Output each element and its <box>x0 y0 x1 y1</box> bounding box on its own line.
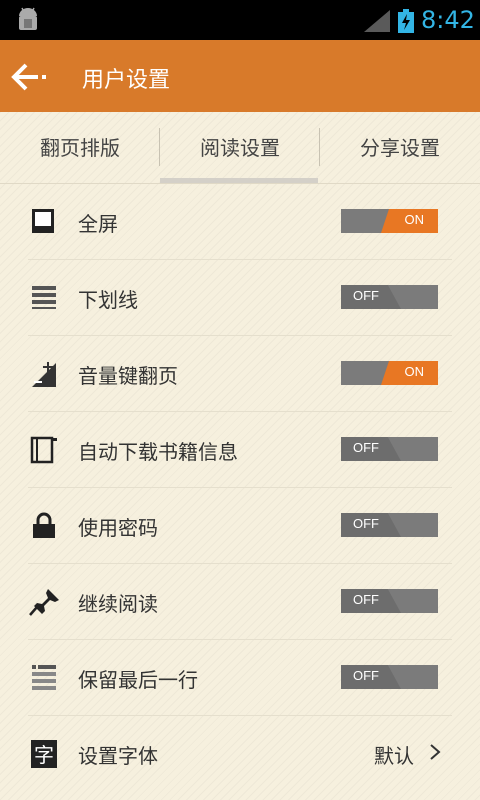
auto-download-toggle[interactable]: OFF <box>341 437 438 461</box>
toggle-state: ON <box>404 212 425 227</box>
setting-label: 继续阅读 <box>78 592 158 616</box>
setting-label: 下划线 <box>78 288 138 312</box>
fullscreen-toggle[interactable]: ON <box>341 209 438 233</box>
svg-text:字: 字 <box>34 743 54 767</box>
battery-charging-icon <box>398 9 414 33</box>
status-bar: 8:42 <box>0 0 480 40</box>
status-time: 8:42 <box>421 6 475 34</box>
lock-icon <box>33 512 55 538</box>
setting-label: 音量键翻页 <box>78 364 178 388</box>
toggle-state: ON <box>404 364 425 379</box>
signal-icon <box>364 10 390 32</box>
setting-label: 保留最后一行 <box>78 668 198 692</box>
back-arrow-icon[interactable] <box>10 62 50 92</box>
book-info-icon <box>30 436 57 464</box>
keep-last-line-toggle[interactable]: OFF <box>341 665 438 689</box>
toggle-state: OFF <box>353 440 379 455</box>
continue-reading-toggle[interactable]: OFF <box>341 589 438 613</box>
keep-last-line-icon <box>32 665 56 690</box>
setting-underline[interactable]: 下划线 OFF <box>28 260 452 336</box>
setting-keep-last-line[interactable]: 保留最后一行 OFF <box>28 640 452 716</box>
setting-auto-download-book-info[interactable]: 自动下载书籍信息 OFF <box>28 412 452 488</box>
setting-font[interactable]: 字 设置字体 默认 <box>28 716 452 792</box>
setting-continue-reading[interactable]: 继续阅读 OFF <box>28 564 452 640</box>
fullscreen-icon <box>32 209 54 233</box>
tab-reading-settings[interactable]: 阅读设置 <box>160 132 320 168</box>
setting-label: 使用密码 <box>78 516 158 540</box>
setting-label: 全屏 <box>78 212 118 236</box>
setting-volume-key-page-turn[interactable]: 音量键翻页 ON <box>28 336 452 412</box>
setting-use-password[interactable]: 使用密码 OFF <box>28 488 452 564</box>
underline-icon <box>32 286 56 309</box>
tab-page-layout[interactable]: 翻页排版 <box>0 132 160 168</box>
pin-icon <box>29 589 59 616</box>
tab-bar: 翻页排版 阅读设置 分享设置 <box>0 112 480 184</box>
settings-content: 翻页排版 阅读设置 分享设置 全屏 ON 下划线 OFF 音量键翻页 ON 自动… <box>0 112 480 800</box>
toggle-state: OFF <box>353 592 379 607</box>
page-title: 用户设置 <box>82 68 171 93</box>
toggle-state: OFF <box>353 516 379 531</box>
setting-label: 自动下载书籍信息 <box>78 440 238 464</box>
toggle-state: OFF <box>353 668 379 683</box>
volume-key-icon <box>32 362 56 387</box>
toggle-state: OFF <box>353 288 379 303</box>
chevron-right-icon <box>430 744 441 760</box>
font-value: 默认 <box>374 744 414 768</box>
font-icon: 字 <box>31 740 57 768</box>
app-bar: 用户设置 <box>0 40 480 112</box>
volume-key-toggle[interactable]: ON <box>341 361 438 385</box>
tab-share-settings[interactable]: 分享设置 <box>320 132 480 168</box>
password-toggle[interactable]: OFF <box>341 513 438 537</box>
android-debug-icon <box>19 7 37 30</box>
setting-label: 设置字体 <box>78 744 158 768</box>
underline-toggle[interactable]: OFF <box>341 285 438 309</box>
setting-fullscreen[interactable]: 全屏 ON <box>28 184 452 260</box>
